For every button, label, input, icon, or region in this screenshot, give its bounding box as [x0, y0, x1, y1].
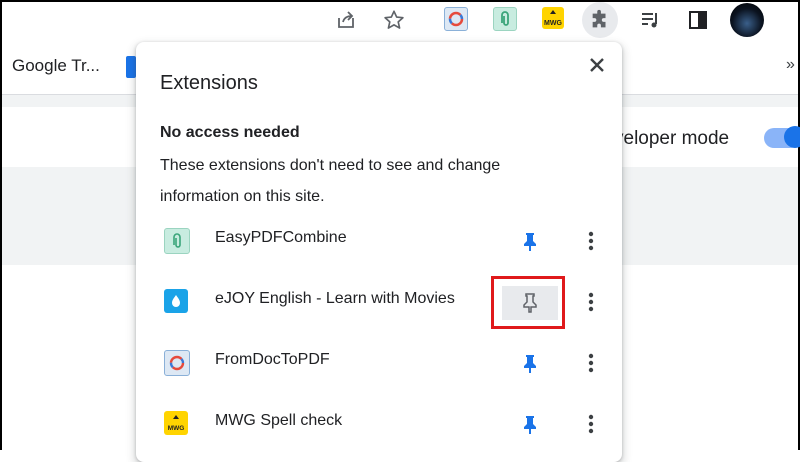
more-options-button[interactable]: [579, 411, 603, 437]
extensions-puzzle-button[interactable]: [582, 2, 618, 38]
browser-toolbar: MWG: [2, 2, 798, 38]
more-vert-icon: [588, 353, 594, 373]
easypdfcombine-extension-icon[interactable]: [493, 7, 517, 31]
star-icon[interactable]: [380, 6, 408, 34]
extension-name: EasyPDFCombine: [215, 229, 347, 246]
mwg-icon: MWG: [164, 411, 188, 435]
section-heading: No access needed: [160, 124, 300, 141]
bookmark-doc-icon[interactable]: [126, 56, 136, 78]
svg-text:MWG: MWG: [544, 20, 562, 27]
extension-row[interactable]: EasyPDFCombine: [136, 210, 622, 270]
close-button[interactable]: [584, 52, 610, 78]
profile-avatar[interactable]: [730, 3, 764, 37]
extension-row[interactable]: MWG MWG Spell check: [136, 393, 622, 453]
easypdfcombine-icon: [164, 228, 190, 254]
more-options-button[interactable]: [579, 228, 603, 254]
pinned-icon: [524, 355, 536, 373]
pin-button[interactable]: [502, 225, 558, 259]
share-icon[interactable]: [332, 6, 360, 34]
fromdoctopdf-icon: [164, 350, 190, 376]
pinned-icon: [524, 233, 536, 251]
pin-button[interactable]: [502, 347, 558, 381]
developer-mode-label: veloper mode: [614, 128, 730, 149]
side-panel-icon[interactable]: [684, 6, 712, 34]
popup-title: Extensions: [160, 72, 258, 94]
extension-name: MWG Spell check: [215, 412, 343, 429]
extension-row[interactable]: FromDocToPDF: [136, 332, 622, 392]
ejoy-icon: [164, 289, 188, 313]
fromdoctopdf-extension-icon[interactable]: [444, 7, 468, 31]
extensions-popup: Extensions No access needed These extens…: [136, 42, 622, 462]
more-options-button[interactable]: [579, 350, 603, 376]
developer-mode-toggle-knob[interactable]: [784, 126, 800, 148]
section-description: These extensions don't need to see and c…: [160, 157, 501, 205]
svg-text:MWG: MWG: [168, 425, 185, 432]
pin-button[interactable]: [502, 408, 558, 442]
close-icon: [590, 58, 604, 72]
bookmark-google-translate[interactable]: Google Tr...: [12, 56, 100, 76]
more-options-button[interactable]: [579, 289, 603, 315]
mwg-extension-icon[interactable]: MWG: [542, 7, 564, 29]
pinned-icon: [524, 416, 536, 434]
more-vert-icon: [588, 414, 594, 434]
extension-name: FromDocToPDF: [215, 351, 330, 368]
bookmarks-overflow-button[interactable]: »: [786, 56, 795, 74]
more-vert-icon: [588, 231, 594, 251]
extension-name: eJOY English - Learn with Movies: [215, 290, 455, 307]
more-vert-icon: [588, 292, 594, 312]
puzzle-icon: [592, 9, 606, 28]
highlight-box: [491, 276, 565, 329]
media-control-icon[interactable]: [636, 6, 664, 34]
